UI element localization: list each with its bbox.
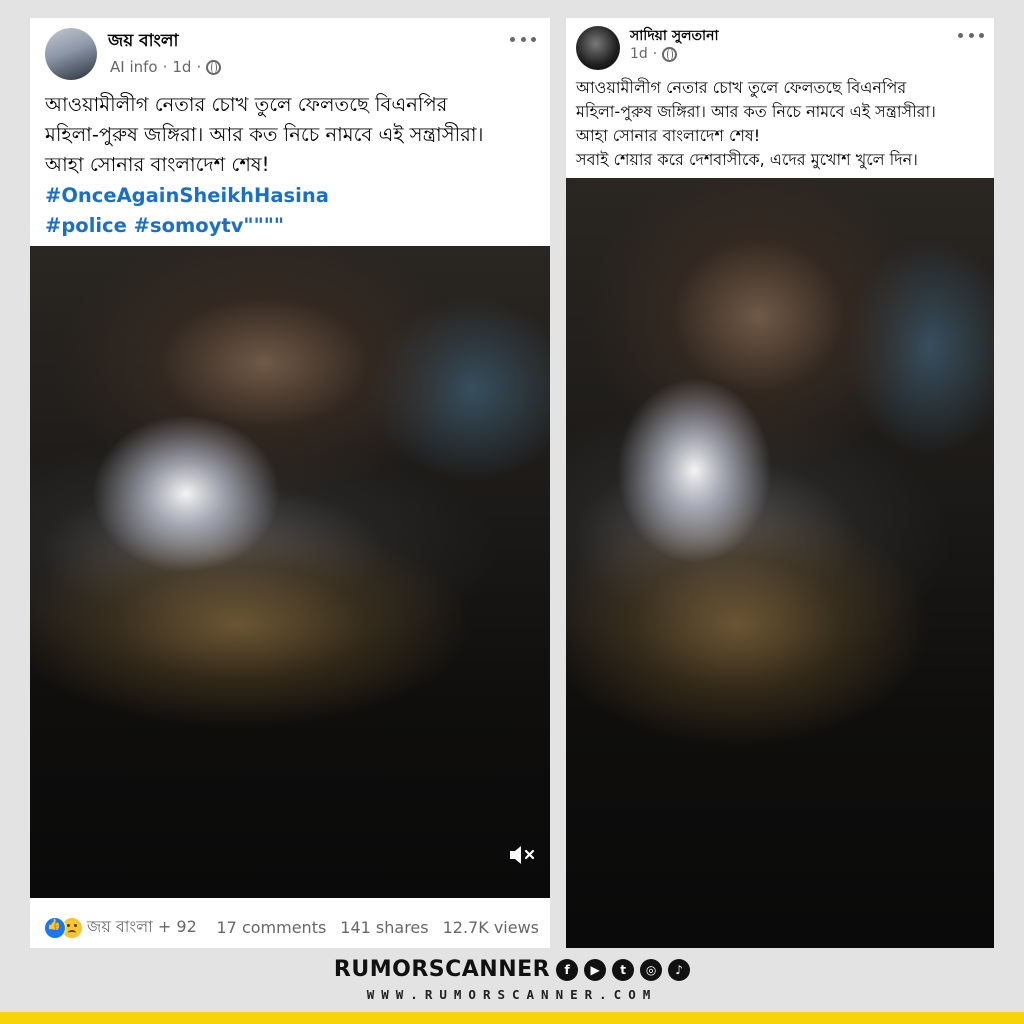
video-frame	[30, 246, 550, 898]
facebook-icon[interactable]: f	[556, 958, 579, 981]
instagram-icon[interactable]: ◎	[640, 958, 663, 981]
meta-separator: ·	[652, 46, 658, 62]
comments-count[interactable]: 17 comments	[217, 918, 327, 937]
post-text: আওয়ামীলীগ নেতার চোখ তুলে ফেলতছে বিএনপির…	[45, 90, 540, 241]
reactions-count[interactable]: জয় বাংলা + 92	[87, 914, 197, 941]
post-video[interactable]	[566, 178, 994, 948]
post-text-line: আওয়ামীলীগ নেতার চোখ তুলে ফেলতছে বিএনপির	[45, 93, 448, 116]
post-text-line: আহা সোনার বাংলাদেশ শেষ!	[576, 126, 761, 145]
post-text-line: সবাই শেয়ার করে দেশবাসীকে, এদের মুখোশ খু…	[576, 150, 918, 169]
author-avatar[interactable]	[576, 26, 620, 70]
brand-url[interactable]: WWW.RUMORSCANNER.COM	[0, 987, 1024, 1002]
post-video[interactable]	[30, 246, 550, 898]
facebook-post-left: জয় বাংলা AI info · 1d · আওয়ামীলীগ নেতা…	[30, 18, 550, 948]
post-text-line: মহিলা-পুরুষ জঙ্গিরা। আর কত নিচে নামবে এই…	[576, 102, 936, 121]
shares-count[interactable]: 141 shares	[340, 918, 428, 937]
ai-info-label[interactable]: AI info	[110, 58, 158, 76]
post-meta: AI info · 1d ·	[110, 58, 222, 76]
meta-separator: ·	[162, 58, 168, 76]
globe-icon	[662, 46, 678, 62]
hashtag-link[interactable]: #police #somoytv""""	[45, 211, 540, 241]
facebook-post-right: সাদিয়া সুলতানা 1d · আওয়ামীলীগ নেতার চো…	[566, 18, 994, 948]
like-reaction-icon	[44, 916, 66, 939]
author-name[interactable]: সাদিয়া সুলতানা	[630, 24, 719, 48]
reaction-icons[interactable]	[44, 916, 83, 939]
post-time[interactable]: 1d	[172, 58, 191, 76]
brand-title: RUMORSCANNER f ▶ t ◎ ♪	[0, 957, 1024, 982]
hashtag-link[interactable]: #OnceAgainSheikhHasina	[45, 181, 540, 211]
mute-icon[interactable]	[508, 844, 536, 866]
brand-name: RUMORSCANNER	[333, 957, 551, 982]
video-frame	[566, 178, 994, 948]
meta-separator: ·	[196, 58, 202, 76]
views-count: 12.7K views	[442, 918, 539, 937]
author-name[interactable]: জয় বাংলা	[108, 28, 178, 56]
post-meta: 1d ·	[630, 46, 678, 62]
post-text-line: মহিলা-পুরুষ জঙ্গিরা। আর কত নিচে নামবে এই…	[45, 123, 484, 147]
post-text: আওয়ামীলীগ নেতার চোখ তুলে ফেলতছে বিএনপির…	[576, 76, 988, 172]
globe-icon	[206, 59, 222, 75]
more-options-icon[interactable]	[510, 34, 536, 44]
reactions-bar: জয় বাংলা + 92 17 comments 141 shares 12…	[44, 914, 539, 941]
accent-bar	[0, 1012, 1024, 1024]
post-text-line: আহা সোনার বাংলাদেশ শেষ!	[45, 153, 270, 177]
youtube-icon[interactable]: ▶	[584, 958, 607, 981]
tiktok-icon[interactable]: ♪	[668, 958, 691, 981]
twitter-icon[interactable]: t	[612, 958, 635, 981]
post-text-line: আওয়ামীলীগ নেতার চোখ তুলে ফেলতছে বিএনপির	[576, 78, 907, 97]
author-avatar[interactable]	[45, 28, 97, 80]
post-time[interactable]: 1d	[630, 46, 648, 62]
more-options-icon[interactable]	[958, 30, 984, 40]
